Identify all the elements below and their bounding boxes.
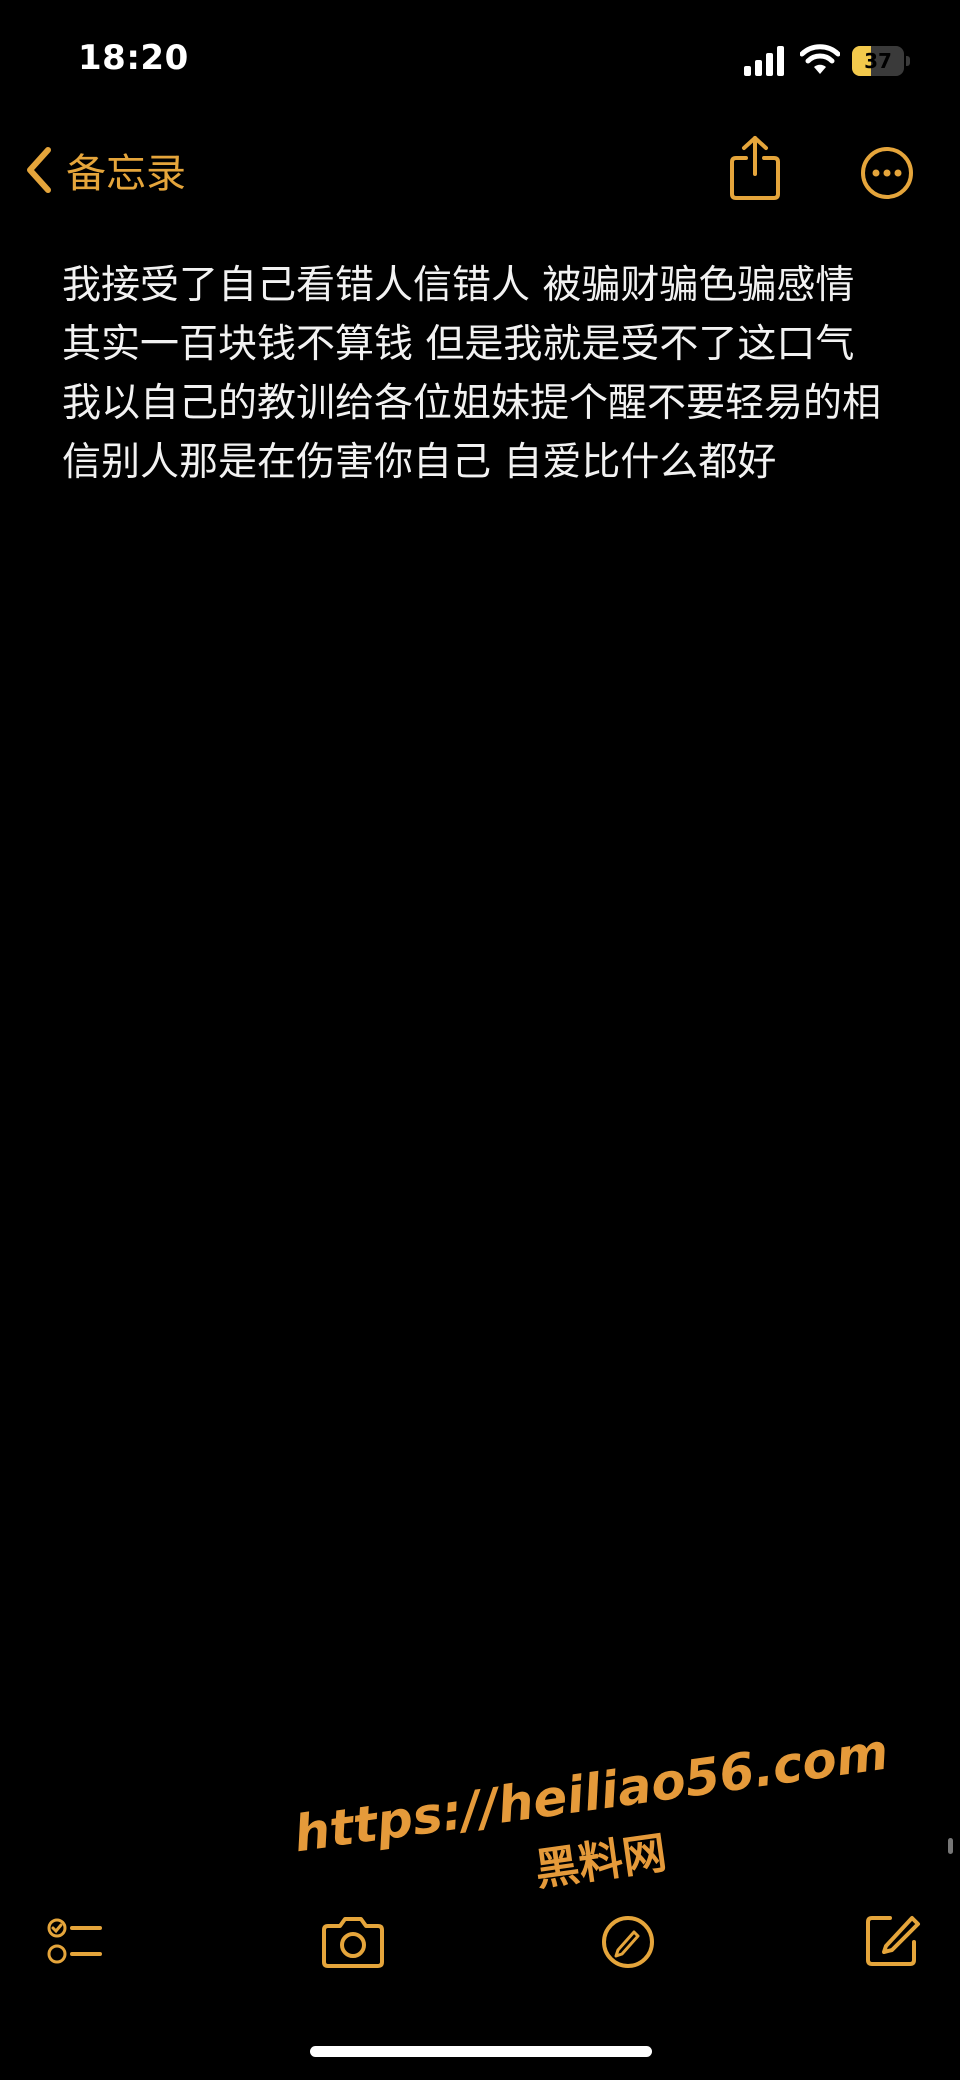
checklist-icon[interactable] <box>44 1912 104 1972</box>
scroll-indicator <box>948 1838 953 1854</box>
home-indicator[interactable] <box>310 2046 652 2057</box>
note-body-text[interactable]: 我接受了自己看错人信错人 被骗财骗色骗感情 其实一百块钱不算钱 但是我就是受不了… <box>62 256 902 492</box>
compose-icon[interactable] <box>862 1910 922 1970</box>
battery-cap <box>906 56 910 66</box>
chevron-left-icon <box>27 147 51 193</box>
battery-percent: 37 <box>864 49 892 73</box>
watermark: https://heiliao56.com 黑料网 <box>290 1722 902 1930</box>
back-button-label: 备忘录 <box>66 151 186 197</box>
wifi-icon <box>800 44 840 74</box>
battery-body: 37 <box>852 46 904 76</box>
markup-icon[interactable] <box>598 1912 658 1972</box>
back-button[interactable]: 备忘录 <box>18 140 186 200</box>
ellipsis-circle-icon[interactable] <box>860 146 914 200</box>
cellular-signal-icon <box>744 46 784 76</box>
share-icon[interactable] <box>728 134 782 202</box>
status-time: 18:20 <box>78 38 189 78</box>
battery-indicator: 37 <box>852 46 912 76</box>
status-bar: 18:20 37 <box>0 0 960 120</box>
